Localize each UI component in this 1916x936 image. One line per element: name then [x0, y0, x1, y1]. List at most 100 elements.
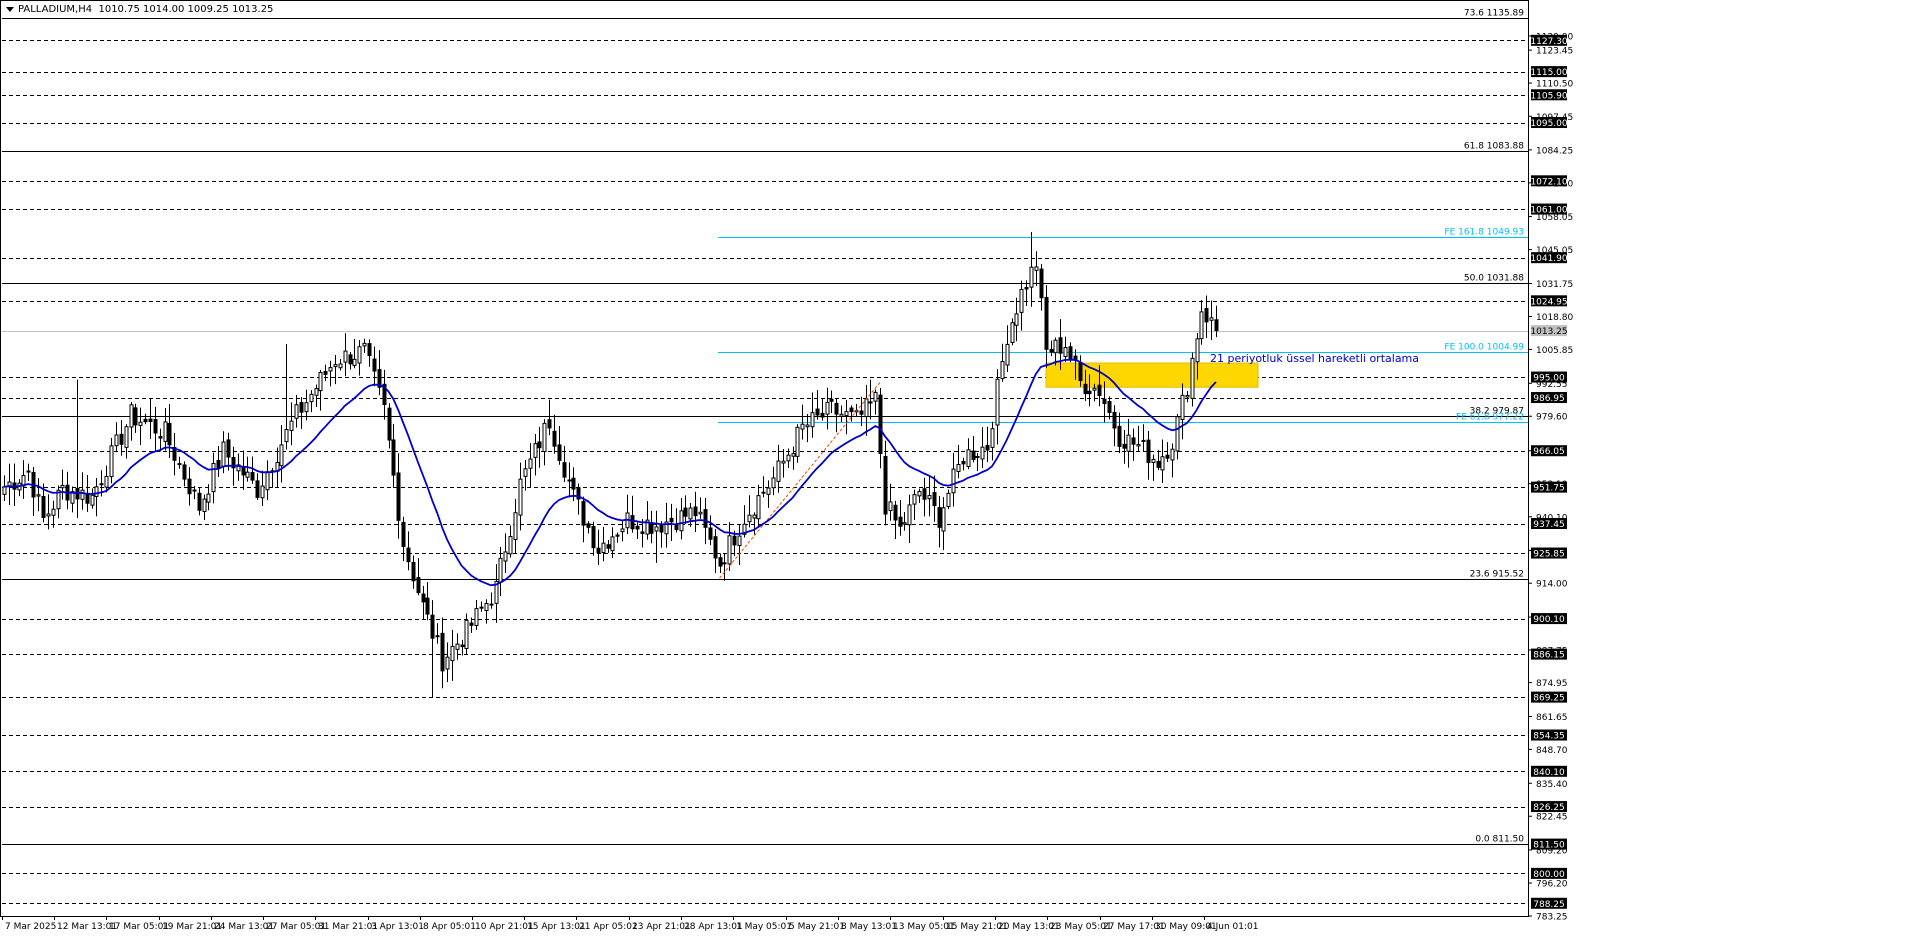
candle: [829, 390, 834, 414]
candle: [1180, 383, 1185, 440]
candle: [917, 488, 922, 503]
fibonacci-levels: 73.6 1135.8961.8 1083.8850.0 1031.8838.2…: [2, 9, 1528, 845]
price-level-tag-label: 925.85: [1533, 550, 1565, 560]
candle: [153, 406, 158, 452]
price-level-tag-label: 986.95: [1533, 394, 1565, 404]
chart-header: PALLADIUM,H4 1010.75 1014.00 1009.25 101…: [6, 4, 273, 15]
trend-line[interactable]: [719, 381, 881, 579]
candle: [1014, 297, 1019, 342]
candle: [17, 479, 22, 497]
candle: [873, 389, 878, 415]
candle: [1039, 263, 1044, 311]
price-tick-label: 1018.80: [1536, 313, 1573, 323]
candle: [528, 443, 533, 487]
price-tick-label: 1031.75: [1536, 280, 1573, 290]
candle: [956, 444, 961, 479]
price-level-tag-label: 840.10: [1533, 768, 1565, 778]
candle: [318, 369, 323, 411]
candle: [60, 469, 65, 500]
price-chart[interactable]: 73.6 1135.89 61.8 1083.88 50.0 1031.88 38.2…: [0, 0, 1916, 936]
candle: [7, 463, 12, 506]
time-tick-label: 5 May 21:01: [789, 922, 845, 932]
candle: [975, 453, 980, 472]
candle: [980, 427, 985, 469]
candle: [1029, 231, 1034, 307]
candle: [206, 484, 211, 511]
price-tick-label: 796.20: [1536, 880, 1568, 890]
candle: [138, 407, 143, 446]
candle: [1170, 443, 1175, 478]
time-tick-label: 4 Jun 01:01: [1207, 922, 1258, 932]
time-tick-label: 3 Apr 13:01: [371, 922, 424, 932]
price-level-tag-label: 869.25: [1533, 694, 1565, 704]
candle: [834, 399, 839, 433]
support-zone[interactable]: [1045, 362, 1259, 388]
candle: [1044, 285, 1049, 368]
candle: [1117, 412, 1122, 454]
candle: [718, 553, 723, 574]
candle: [1112, 405, 1117, 447]
time-tick-label: 8 Apr 05:01: [423, 922, 476, 932]
candle: [435, 623, 440, 644]
triangle-down-icon[interactable]: [6, 6, 14, 12]
candle: [109, 437, 114, 484]
candle: [688, 503, 693, 527]
candle: [839, 405, 844, 423]
candle: [245, 456, 250, 482]
candle: [941, 497, 946, 551]
candle: [654, 510, 659, 563]
price-tick-label: 914.00: [1536, 580, 1568, 590]
time-tick-label: 15 Apr 13:01: [527, 922, 586, 932]
candle: [664, 502, 669, 548]
candle: [1175, 413, 1180, 460]
fibo-retracement-label: 61.8 1083.88: [1464, 142, 1524, 152]
price-level-tag-label: 811.50: [1533, 841, 1565, 851]
candle: [825, 387, 830, 430]
candle: [868, 379, 873, 420]
candle: [1190, 352, 1195, 407]
candle: [36, 478, 41, 512]
candle: [820, 398, 825, 421]
candle: [1209, 300, 1214, 341]
candle: [1024, 280, 1029, 306]
candle: [31, 467, 36, 516]
candle: [995, 369, 1000, 445]
candle: [314, 384, 319, 408]
candle: [12, 463, 17, 507]
candle: [172, 432, 177, 476]
candle: [679, 497, 684, 540]
candle: [893, 500, 898, 539]
candle: [1199, 300, 1204, 345]
price-level-tag-label: 800.00: [1533, 870, 1565, 880]
candle: [348, 352, 353, 370]
price-level-tag-label: 900.10: [1533, 615, 1565, 625]
candle: [260, 470, 265, 506]
candle: [236, 453, 241, 481]
candle: [859, 396, 864, 426]
candle: [922, 477, 927, 517]
candle: [971, 436, 976, 463]
candle: [357, 340, 362, 376]
time-tick-label: 10 Apr 21:01: [475, 922, 534, 932]
candle: [445, 642, 450, 683]
candle: [844, 399, 849, 435]
candle: [411, 555, 416, 589]
chart-canvas[interactable]: 73.6 1135.8961.8 1083.8850.0 1031.8838.2…: [0, 0, 1916, 936]
candle: [362, 338, 367, 353]
candle: [1214, 305, 1219, 338]
time-tick-label: 7 Mar 2025: [5, 922, 56, 932]
candle: [795, 424, 800, 463]
time-tick-label: 8 May 13:01: [841, 922, 897, 932]
candle: [104, 465, 109, 493]
candle: [508, 525, 513, 558]
price-tick-label: 874.95: [1536, 679, 1568, 689]
price-level-tag-label: 1013.25: [1530, 327, 1567, 337]
candle: [163, 408, 168, 451]
candle: [143, 413, 148, 425]
price-level-tag-label: 1127.30: [1530, 37, 1567, 47]
price-tick-label: 783.25: [1536, 913, 1568, 923]
candle: [1185, 391, 1190, 403]
candle: [985, 426, 990, 463]
candle: [250, 456, 255, 484]
candle: [2, 475, 7, 501]
